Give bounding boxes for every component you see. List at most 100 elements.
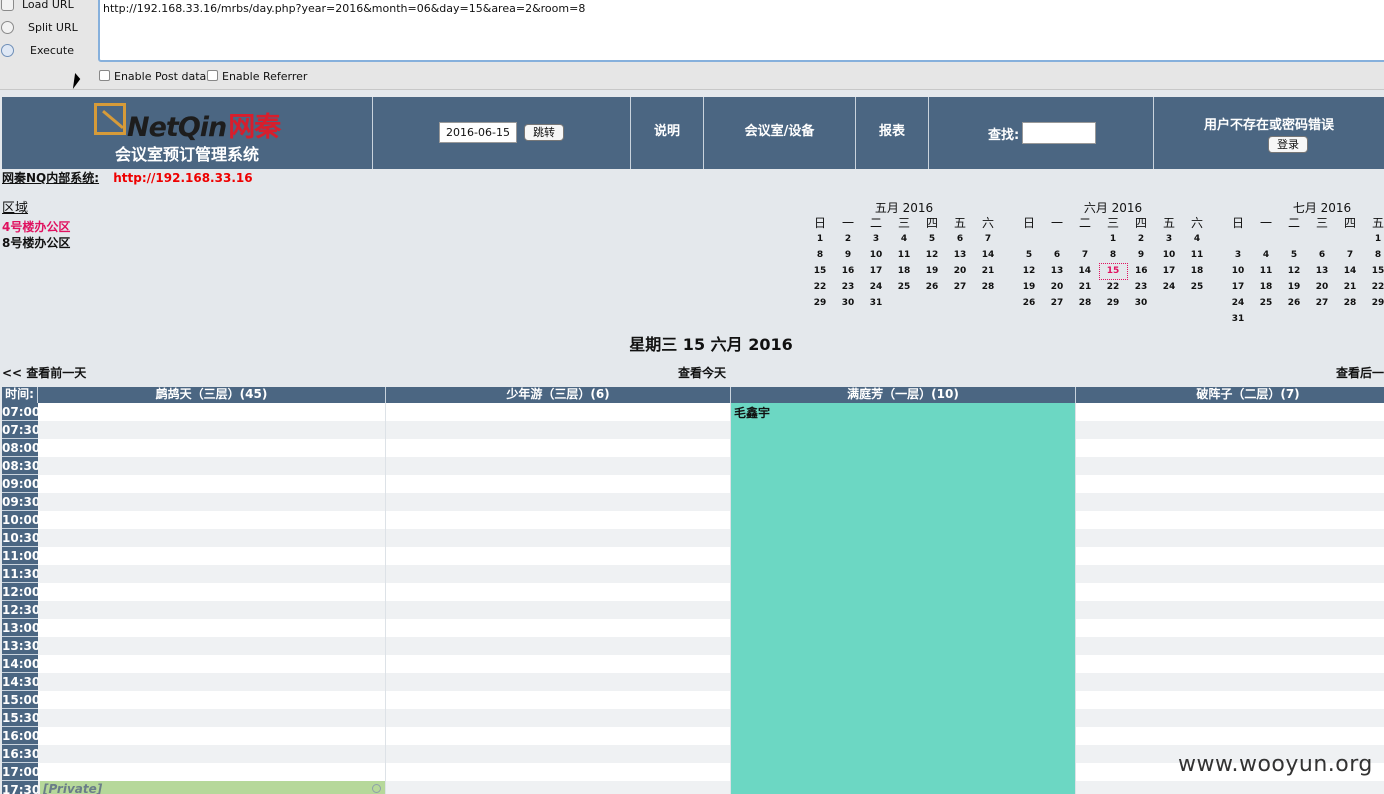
calendar-day[interactable]: 27 (1308, 295, 1336, 311)
calendar-day[interactable]: 23 (834, 279, 862, 295)
calendar-day[interactable]: 7 (974, 231, 1002, 247)
calendar-day[interactable]: 25 (1183, 279, 1211, 295)
calendar-day[interactable]: 22 (1099, 279, 1127, 295)
report-link[interactable]: 报表 (856, 97, 929, 169)
execute-button[interactable]: Execute (0, 41, 97, 61)
calendar-day[interactable]: 1 (1099, 231, 1127, 247)
calendar-day[interactable]: 24 (1224, 295, 1252, 311)
area-heading[interactable]: 区域 (2, 197, 28, 216)
room-header-1[interactable]: 鹧鸪天（三层）(45) (38, 387, 386, 403)
calendar-day[interactable]: 6 (946, 231, 974, 247)
calendar-day[interactable]: 1 (806, 231, 834, 247)
calendar-day[interactable]: 12 (1015, 263, 1043, 279)
calendar-day[interactable]: 20 (1308, 279, 1336, 295)
calendar-day[interactable]: 4 (1183, 231, 1211, 247)
booking-slot[interactable] (386, 781, 731, 794)
booking-slot[interactable] (386, 475, 731, 493)
calendar-day[interactable]: 29 (1364, 295, 1384, 311)
enable-referrer-checkbox[interactable]: Enable Referrer (207, 70, 307, 83)
calendar-day[interactable]: 21 (974, 263, 1002, 279)
booking-slot[interactable] (386, 619, 731, 637)
calendar-day[interactable]: 21 (1336, 279, 1364, 295)
booking-slot[interactable] (1076, 475, 1384, 493)
booking-slot[interactable] (1076, 421, 1384, 439)
rooms-link[interactable]: 会议室/设备 (704, 97, 856, 169)
calendar-day[interactable]: 12 (918, 247, 946, 263)
calendar-day[interactable]: 28 (974, 279, 1002, 295)
calendar-day[interactable]: 15 (806, 263, 834, 279)
calendar-day[interactable]: 12 (1280, 263, 1308, 279)
booking-slot[interactable] (1076, 565, 1384, 583)
calendar-day[interactable]: 17 (1224, 279, 1252, 295)
area-item-4[interactable]: 4号楼办公区 (2, 218, 70, 235)
booking-slot[interactable] (386, 655, 731, 673)
booking-slot[interactable] (386, 745, 731, 763)
help-link[interactable]: 说明 (631, 97, 704, 169)
booking-slot[interactable] (386, 511, 731, 529)
search-input[interactable] (1022, 122, 1096, 144)
booking-slot[interactable] (38, 655, 386, 673)
calendar-day[interactable]: 15 (1364, 263, 1384, 279)
calendar-day[interactable]: 8 (806, 247, 834, 263)
booking-slot[interactable] (1076, 511, 1384, 529)
booking-slot[interactable] (38, 727, 386, 745)
calendar-day[interactable]: 3 (862, 231, 890, 247)
booking-slot[interactable] (1076, 673, 1384, 691)
calendar-day[interactable]: 7 (1071, 247, 1099, 263)
url-textarea[interactable]: http://192.168.33.16/mrbs/day.php?year=2… (98, 0, 1384, 62)
calendar-day[interactable]: 27 (1043, 295, 1071, 311)
calendar-day[interactable]: 28 (1336, 295, 1364, 311)
room-header-2[interactable]: 少年游（三层）(6) (386, 387, 731, 403)
booking-slot[interactable] (386, 421, 731, 439)
booking-slot[interactable] (1076, 619, 1384, 637)
booking-slot[interactable] (38, 457, 386, 475)
booking-slot[interactable] (386, 763, 731, 781)
calendar-day[interactable]: 6 (1308, 247, 1336, 263)
booking-slot[interactable] (386, 691, 731, 709)
booking-slot[interactable] (386, 439, 731, 457)
calendar-day[interactable]: 22 (1364, 279, 1384, 295)
booking-slot[interactable] (38, 619, 386, 637)
booking-slot[interactable] (386, 727, 731, 745)
booking-entry[interactable]: 毛鑫宇 (731, 403, 1075, 794)
booking-slot[interactable] (1076, 439, 1384, 457)
booking-slot[interactable] (386, 601, 731, 619)
calendar-day[interactable]: 10 (1224, 263, 1252, 279)
calendar-day[interactable]: 23 (1127, 279, 1155, 295)
split-url-button[interactable]: Split URL (0, 18, 97, 38)
calendar-day[interactable]: 31 (862, 295, 890, 311)
private-booking[interactable]: [Private] (40, 781, 385, 794)
calendar-day[interactable]: 9 (1127, 247, 1155, 263)
booking-slot[interactable] (1076, 637, 1384, 655)
calendar-day[interactable]: 13 (1043, 263, 1071, 279)
calendar-day[interactable]: 6 (1043, 247, 1071, 263)
booking-slot[interactable] (386, 493, 731, 511)
calendar-day[interactable]: 18 (1183, 263, 1211, 279)
booking-slot[interactable] (386, 457, 731, 475)
booking-slot[interactable] (38, 493, 386, 511)
booking-slot[interactable] (1076, 493, 1384, 511)
calendar-day[interactable]: 5 (1280, 247, 1308, 263)
calendar-day[interactable]: 10 (1155, 247, 1183, 263)
calendar-day[interactable]: 29 (1099, 295, 1127, 311)
booking-slot[interactable] (386, 529, 731, 547)
booking-slot[interactable] (38, 511, 386, 529)
calendar-day[interactable]: 29 (806, 295, 834, 311)
calendar-day[interactable]: 28 (1071, 295, 1099, 311)
room-header-4[interactable]: 破阵子（二层）(7) (1076, 387, 1384, 403)
calendar-day[interactable]: 22 (806, 279, 834, 295)
booking-slot[interactable] (1076, 781, 1384, 794)
calendar-day[interactable]: 4 (890, 231, 918, 247)
calendar-day[interactable]: 19 (918, 263, 946, 279)
enable-post-checkbox[interactable]: Enable Post data (99, 70, 206, 83)
booking-slot[interactable] (386, 583, 731, 601)
date-input[interactable]: 2016-06-15 (439, 122, 517, 143)
calendar-day[interactable]: 26 (1280, 295, 1308, 311)
calendar-day[interactable]: 2 (1127, 231, 1155, 247)
calendar-day[interactable]: 20 (946, 263, 974, 279)
booking-slot[interactable] (1076, 529, 1384, 547)
booking-slot[interactable] (38, 709, 386, 727)
load-url-button[interactable]: Load URL (0, 0, 97, 15)
booking-slot[interactable] (38, 673, 386, 691)
booking-slot[interactable] (1076, 727, 1384, 745)
